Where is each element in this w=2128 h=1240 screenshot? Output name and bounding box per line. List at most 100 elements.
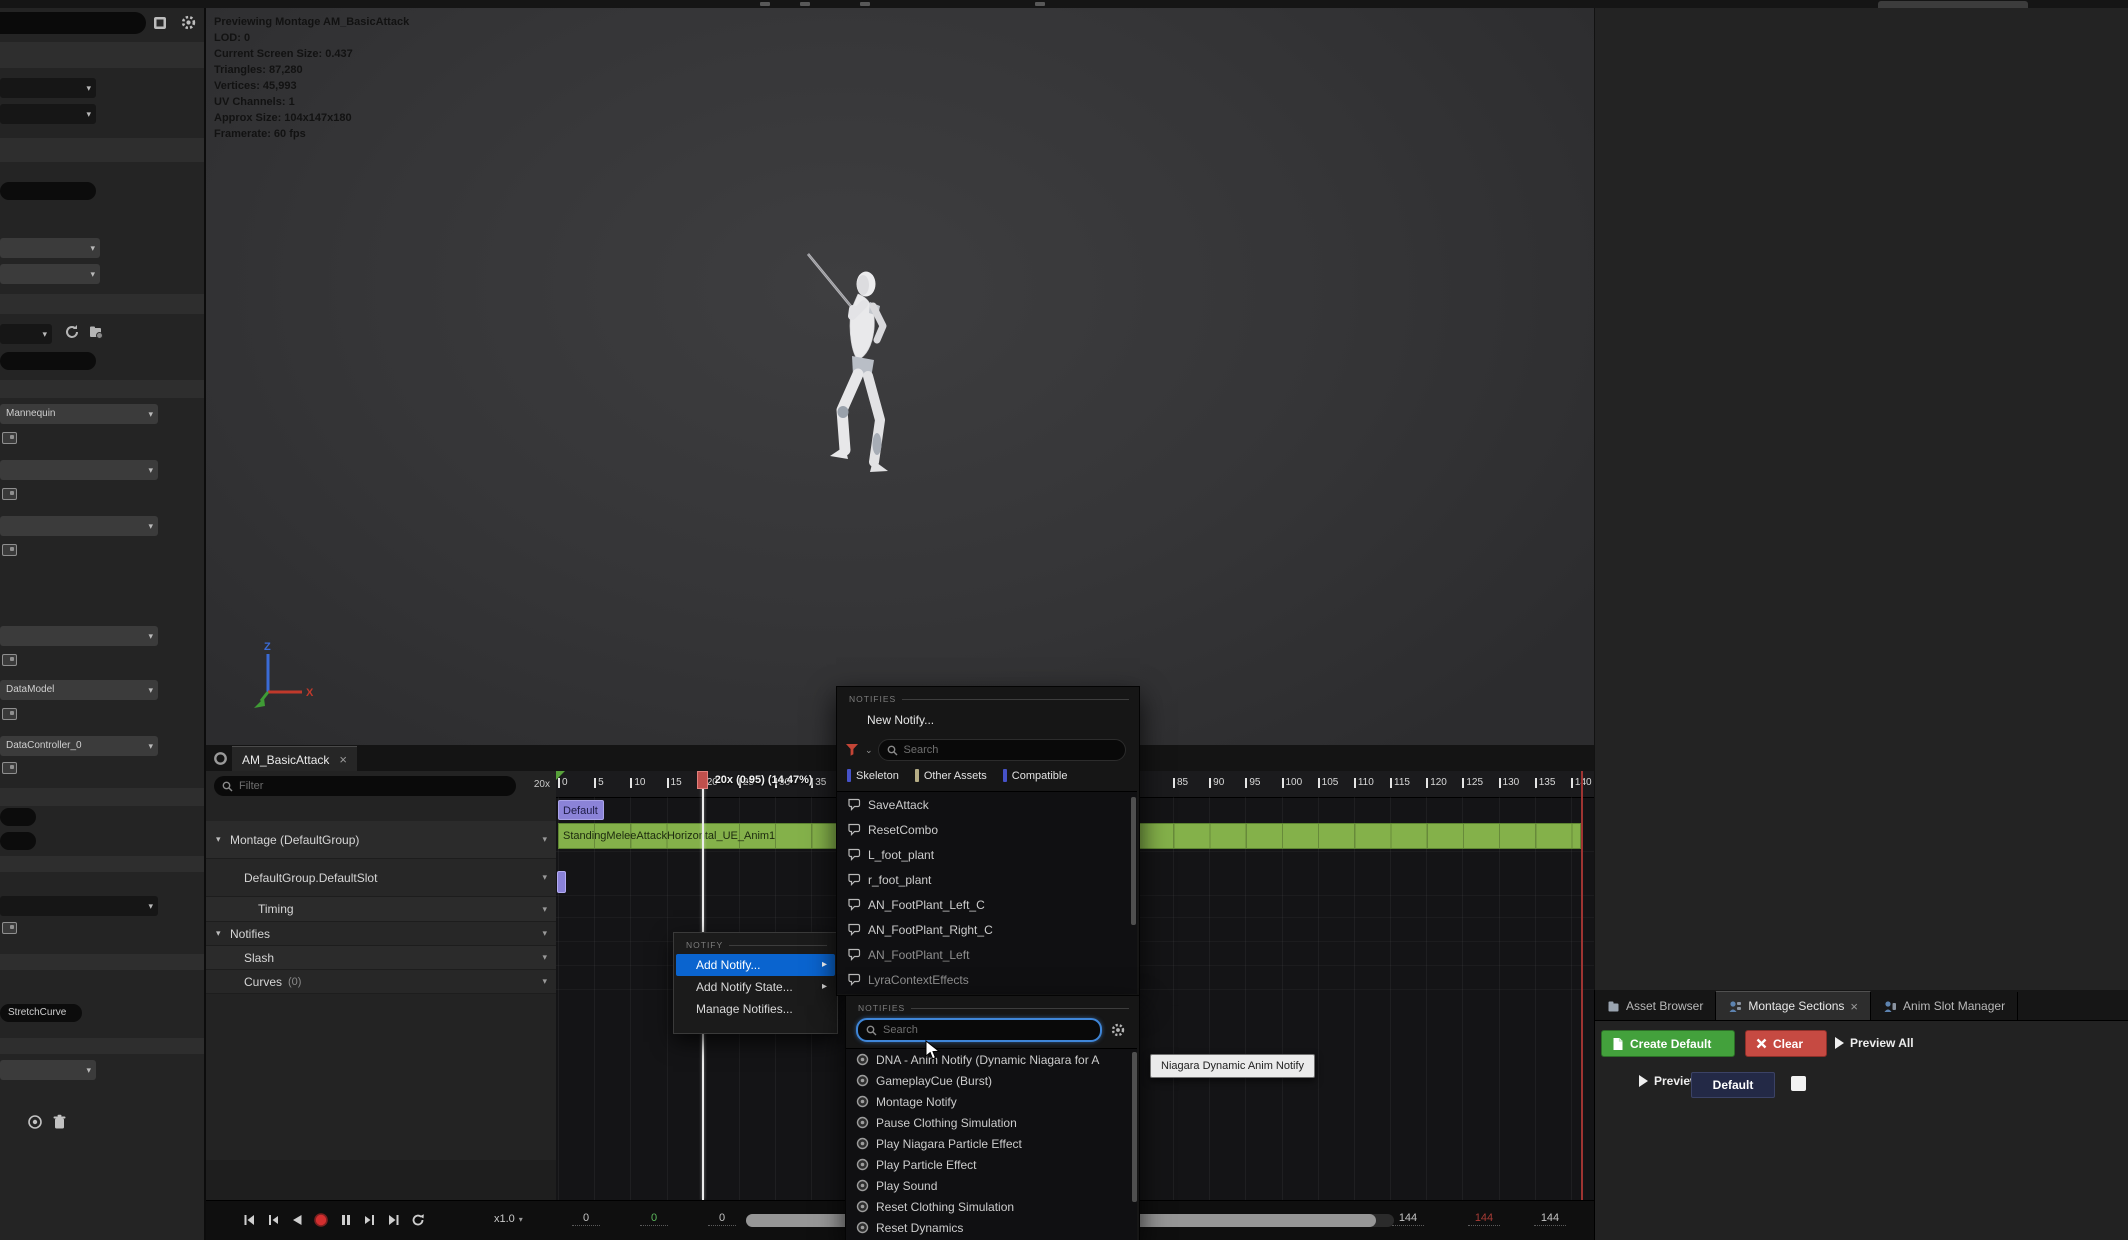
clear-button[interactable]: Clear (1745, 1030, 1827, 1057)
notify-list-item[interactable]: AN_FootPlant_Left_C (837, 892, 1137, 917)
gear-icon[interactable] (1110, 1022, 1126, 1038)
filter-chip-other-assets[interactable]: Other Assets (915, 769, 987, 782)
notify-list-item[interactable]: AN_FootPlant_Left (837, 942, 1137, 967)
notify-search-input[interactable]: Search (878, 739, 1126, 761)
notify-list-item[interactable]: r_foot_plant (837, 867, 1137, 892)
preview-viewport[interactable]: Previewing Montage AM_BasicAttackLOD: 0C… (206, 8, 1594, 745)
loop-button[interactable] (406, 1208, 429, 1232)
playback-speed-dropdown[interactable]: x1.0▾ (494, 1213, 523, 1225)
new-notify-item[interactable]: New Notify... (867, 713, 934, 727)
notify-class-item[interactable]: Play Niagara Particle Effect (846, 1133, 1137, 1154)
text-field[interactable] (0, 182, 96, 200)
frame-counter-current[interactable]: 0 (640, 1212, 668, 1226)
class-search-input[interactable]: Search (856, 1018, 1102, 1042)
scrollbar-thumb[interactable] (1132, 1052, 1137, 1202)
notify-class-item[interactable]: Reset Dynamics (846, 1217, 1137, 1238)
data-model-dropdown[interactable]: DataModel▾ (0, 680, 158, 700)
playhead-marker[interactable] (697, 771, 708, 789)
dropdown[interactable]: ▾ (0, 104, 96, 124)
create-default-button[interactable]: Create Default (1601, 1030, 1735, 1057)
notify-class-item[interactable]: DNA - Anim Notify (Dynamic Niagara for A (846, 1049, 1137, 1070)
outliner-row[interactable]: ▾Notifies▾ (206, 922, 556, 946)
notify-class-item[interactable]: Pause Clothing Simulation (846, 1112, 1137, 1133)
notify-list-item[interactable]: AN_FootPlant_Right_C (837, 917, 1137, 942)
montage-section-default[interactable]: Default (558, 800, 604, 820)
skip-to-end-button[interactable] (382, 1208, 405, 1232)
outliner-row[interactable]: ▾Montage (DefaultGroup)▾ (206, 821, 556, 859)
timeline-outliner: Filter 20x ▾Montage (DefaultGroup)▾Defau… (206, 771, 557, 1160)
outliner-row[interactable]: Timing▾ (206, 897, 556, 922)
gear-icon[interactable] (180, 14, 197, 31)
notify-class-item[interactable]: Play Particle Effect (846, 1154, 1137, 1175)
dropdown[interactable]: ▾ (0, 516, 158, 536)
filter-chip-skeleton[interactable]: Skeleton (847, 769, 899, 782)
numeric-field[interactable] (0, 808, 36, 826)
frame-counter[interactable]: 0 (572, 1212, 600, 1226)
outliner-row[interactable]: Slash▾ (206, 946, 556, 970)
viewport-stats: Previewing Montage AM_BasicAttackLOD: 0C… (214, 14, 409, 142)
outliner-row[interactable]: Curves(0)▾ (206, 970, 556, 994)
record-button[interactable] (309, 1208, 332, 1232)
filter-chip-compatible[interactable]: Compatible (1003, 769, 1068, 782)
notify-class-item[interactable]: GameplayCue (Burst) (846, 1070, 1137, 1091)
mesh-dropdown[interactable]: Mannequin▾ (0, 404, 158, 424)
dropdown[interactable]: ▾ (0, 78, 96, 98)
play-reverse-button[interactable] (285, 1208, 308, 1232)
browse-folder-icon[interactable] (88, 324, 104, 340)
section-color-swatch[interactable] (1791, 1076, 1806, 1091)
notify-class-item[interactable]: Montage Notify (846, 1091, 1137, 1112)
notify-marker-slash[interactable] (557, 871, 566, 893)
tab-am-basicattack[interactable]: AM_BasicAttack × (232, 746, 357, 772)
step-forward-button[interactable] (358, 1208, 381, 1232)
numeric-field[interactable] (0, 832, 36, 850)
skip-to-start-button[interactable] (237, 1208, 260, 1232)
notify-list-item[interactable]: LyraContextEffects (837, 967, 1137, 992)
end-frame-counter-alert[interactable]: 144 (1468, 1212, 1500, 1226)
close-icon[interactable]: × (339, 753, 347, 766)
dropdown[interactable]: ▾ (0, 324, 52, 344)
context-menu-item[interactable]: Add Notify State...▸ (676, 976, 835, 998)
pause-button[interactable] (334, 1208, 357, 1232)
refresh-icon[interactable] (64, 324, 80, 340)
notify-list-item[interactable]: ResetCombo (837, 817, 1137, 842)
curve-name-field[interactable]: StretchCurve (0, 1004, 82, 1022)
data-controller-dropdown[interactable]: DataController_0▾ (0, 736, 158, 756)
text-field[interactable] (0, 352, 96, 370)
details-search-input[interactable] (0, 12, 146, 34)
outliner-row[interactable]: DefaultGroup.DefaultSlot▾ (206, 859, 556, 897)
context-menu-item[interactable]: Manage Notifies... (676, 998, 835, 1020)
dropdown[interactable]: ▾ (0, 1060, 96, 1080)
frame-counter[interactable]: 0 (708, 1212, 736, 1226)
section-default-chip[interactable]: Default (1691, 1072, 1775, 1098)
notify-class-item[interactable]: Play Sound (846, 1175, 1137, 1196)
tab-asset-browser[interactable]: Asset Browser (1595, 992, 1716, 1020)
filter-funnel-icon[interactable] (845, 743, 860, 757)
ruler-tick: 10 (630, 778, 645, 788)
dropdown[interactable]: ▾ (0, 626, 158, 646)
grid-line (630, 797, 631, 1200)
dropdown[interactable]: ▾ (0, 264, 100, 284)
eye-icon[interactable] (26, 1114, 44, 1130)
scrollbar-thumb[interactable] (1131, 797, 1136, 925)
notify-class-item[interactable]: Reset Clothing Simulation (846, 1196, 1137, 1217)
menu-section-header: NOTIFIES (837, 687, 1139, 708)
chevron-down-icon[interactable]: ⌄ (865, 745, 873, 756)
asset-filter-chips: Skeleton Other Assets Compatible (847, 769, 1067, 782)
dropdown[interactable]: ▾ (0, 896, 158, 916)
tab-montage-sections[interactable]: Montage Sections × (1716, 991, 1871, 1020)
panel-layout-icon[interactable] (152, 15, 168, 31)
end-frame-counter[interactable]: 144 (1392, 1212, 1424, 1226)
preview-all-button[interactable]: Preview All (1835, 1036, 1914, 1050)
step-back-button[interactable] (261, 1208, 284, 1232)
notify-list-item[interactable]: L_foot_plant (837, 842, 1137, 867)
trash-icon[interactable] (52, 1114, 67, 1130)
tab-anim-slot-manager[interactable]: Anim Slot Manager (1871, 992, 2018, 1020)
dropdown[interactable]: ▾ (0, 238, 100, 258)
context-menu-item[interactable]: Add Notify...▸ (676, 954, 835, 976)
filter-input[interactable]: Filter (214, 776, 516, 796)
notify-list-item[interactable]: SaveAttack (837, 792, 1137, 817)
grid-line (1173, 797, 1174, 1200)
close-icon[interactable]: × (1850, 1000, 1858, 1013)
end-frame-counter[interactable]: 144 (1534, 1212, 1566, 1226)
dropdown[interactable]: ▾ (0, 460, 158, 480)
